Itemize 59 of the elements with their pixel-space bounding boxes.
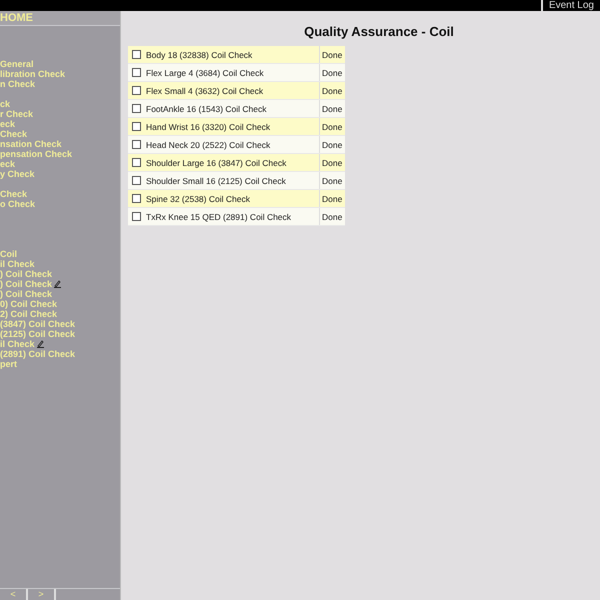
- pencil-icon: [54, 280, 62, 288]
- status-cell-text: Done: [321, 174, 344, 188]
- checkbox[interactable]: [132, 122, 141, 131]
- checkbox[interactable]: [132, 68, 141, 77]
- check-label: Spine 32 (2538) Coil Check: [146, 194, 250, 204]
- sidebar-item[interactable]: eck: [0, 159, 16, 169]
- sidebar-item[interactable]: n Check: [0, 79, 36, 89]
- check-label: Hand Wrist 16 (3320) Coil Check: [146, 122, 270, 132]
- checkbox[interactable]: [132, 212, 141, 221]
- sidebar-item[interactable]: libration Check: [0, 69, 66, 79]
- sidebar-item[interactable]: 2) Coil Check: [0, 309, 58, 319]
- sidebar-item[interactable]: r Check: [0, 109, 34, 119]
- checkbox[interactable]: [132, 86, 141, 95]
- checkbox[interactable]: [132, 194, 141, 203]
- checkbox[interactable]: [132, 176, 141, 185]
- status-cell-text: Done: [321, 156, 344, 170]
- sidebar-item[interactable]: eck: [0, 119, 16, 129]
- status-cell-text: Done: [321, 120, 344, 134]
- status-cell-text: Done: [321, 48, 344, 62]
- status-cell-text: Done: [321, 66, 344, 80]
- sidebar-item[interactable]: (2891) Coil Check: [0, 349, 76, 359]
- sidebar-item[interactable]: ) Coil Check: [0, 269, 52, 279]
- sidebar-item[interactable]: General: [0, 59, 34, 69]
- checkbox[interactable]: [132, 50, 141, 59]
- pencil-icon: [36, 340, 44, 348]
- sidebar-item[interactable]: y Check: [0, 169, 35, 179]
- page-title: Quality Assurance - Coil: [303, 24, 455, 39]
- sidebar-item[interactable]: (3847) Coil Check: [0, 319, 76, 329]
- check-label: Flex Large 4 (3684) Coil Check: [146, 68, 264, 78]
- checkbox[interactable]: [132, 140, 141, 149]
- sidebar-item[interactable]: pert: [0, 359, 18, 369]
- checkbox[interactable]: [132, 158, 141, 167]
- sidebar-item[interactable]: il Check: [0, 339, 35, 349]
- sidebar-item[interactable]: Check: [0, 129, 28, 139]
- sidebar-item[interactable]: ) Coil Check: [0, 279, 52, 289]
- sidebar-item[interactable]: 0) Coil Check: [0, 299, 58, 309]
- check-label: Shoulder Large 16 (3847) Coil Check: [146, 158, 286, 168]
- sidebar-item[interactable]: (2125) Coil Check: [0, 329, 76, 339]
- sidebar-item[interactable]: pensation Check: [0, 149, 72, 159]
- status-cell-text: Done: [321, 102, 344, 116]
- sidebar-item[interactable]: il Check: [0, 259, 35, 269]
- check-label: Shoulder Small 16 (2125) Coil Check: [146, 176, 286, 186]
- sidebar-item[interactable]: Coil: [0, 249, 17, 259]
- check-label: Head Neck 20 (2522) Coil Check: [146, 140, 270, 150]
- sidebar-item[interactable]: ) Coil Check: [0, 289, 52, 299]
- check-label: Flex Small 4 (3632) Coil Check: [146, 86, 264, 96]
- sidebar-item[interactable]: ck: [0, 99, 10, 109]
- sidebar-item[interactable]: Check: [0, 189, 28, 199]
- status-cell-text: Done: [321, 210, 344, 224]
- checkbox[interactable]: [132, 104, 141, 113]
- sidebar-item[interactable]: nsation Check: [0, 139, 62, 149]
- status-cell-text: Done: [321, 84, 344, 98]
- status-cell-text: Done: [321, 192, 344, 206]
- sidebar-item[interactable]: o Check: [0, 199, 36, 209]
- check-label: TxRx Knee 15 QED (2891) Coil Check: [146, 212, 292, 222]
- sidebar-header[interactable]: HOME: [0, 11, 120, 26]
- check-label: Body 18 (32838) Coil Check: [146, 50, 252, 60]
- status-cell-text: Done: [321, 138, 344, 152]
- check-label: FootAnkle 16 (1543) Coil Check: [146, 104, 266, 114]
